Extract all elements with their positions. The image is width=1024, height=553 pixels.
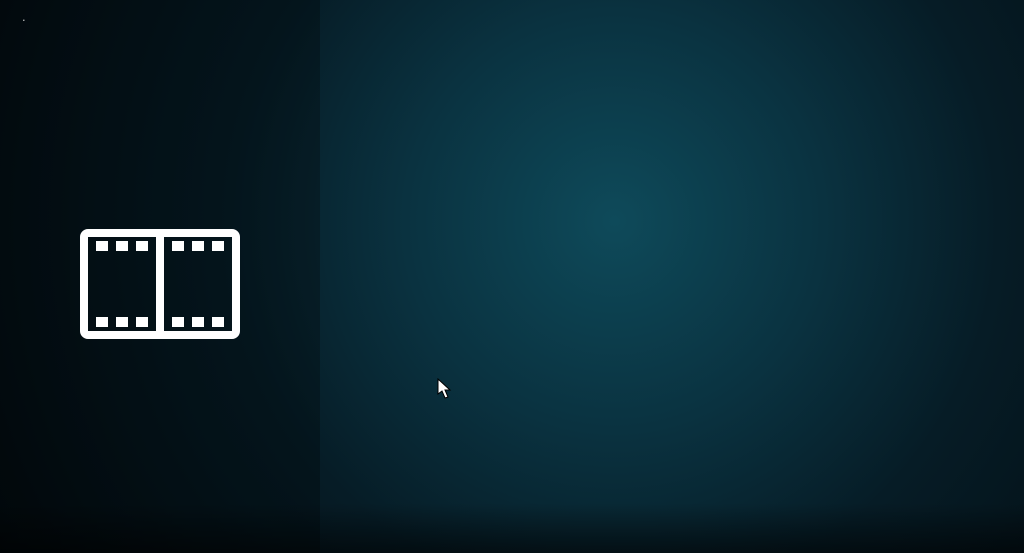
sort-status: · (18, 12, 30, 27)
category-list-pane (320, 0, 1024, 553)
header: · (18, 10, 1006, 27)
category-thumbnail (80, 229, 240, 344)
separator-dot: · (18, 12, 30, 27)
thumbnail-pane (0, 0, 320, 553)
